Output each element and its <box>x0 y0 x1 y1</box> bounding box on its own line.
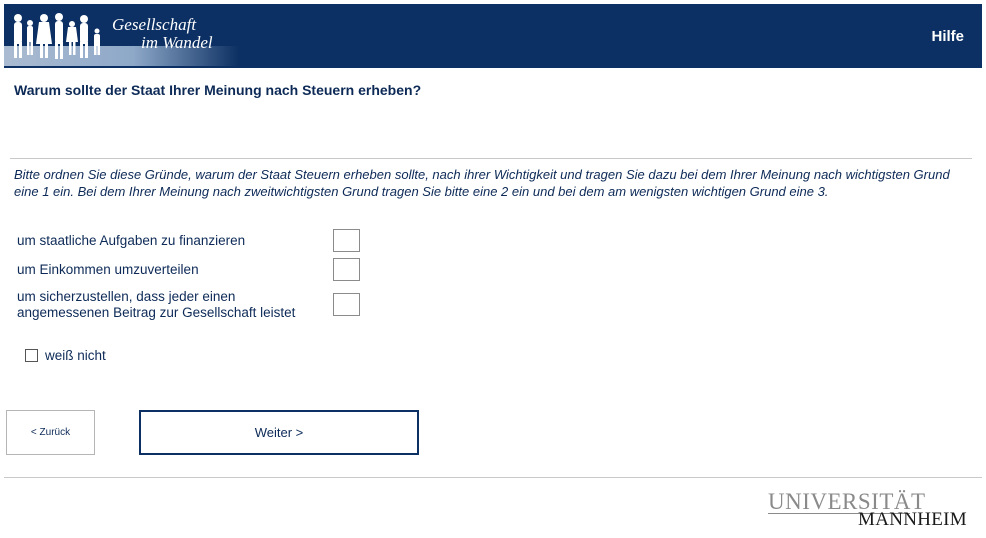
site-logo: Gesellschaft im Wandel <box>4 4 244 68</box>
university-logo-line-2: MANNHEIM <box>858 509 968 530</box>
logo-wordmark: Gesellschaft im Wandel <box>112 16 213 52</box>
item-label-finance: um staatliche Aufgaben zu finanzieren <box>17 233 246 248</box>
header-bar: Gesellschaft im Wandel Hilfe <box>4 4 982 68</box>
item-label-fair-contribution: um sicherzustellen, dass jeder einen ang… <box>17 289 295 321</box>
divider <box>10 158 972 159</box>
logo-line-2: im Wandel <box>141 33 213 52</box>
footer-divider <box>4 477 982 478</box>
next-button-label: Weiter > <box>254 425 304 440</box>
logo-line-1: Gesellschaft <box>112 15 197 34</box>
item-label-line-1: um sicherzustellen, dass jeder einen <box>17 289 236 304</box>
rank-input-redistribute[interactable] <box>333 258 360 281</box>
rank-input-finance[interactable] <box>333 229 360 252</box>
question-title: Warum sollte der Staat Ihrer Meinung nac… <box>14 82 422 98</box>
next-button[interactable]: Weiter > <box>139 410 419 455</box>
item-label-line-2: angemessenen Beitrag zur Gesellschaft le… <box>17 305 296 320</box>
item-label-redistribute: um Einkommen umzuverteilen <box>17 262 199 277</box>
dont-know-label: weiß nicht <box>45 348 106 363</box>
help-link[interactable]: Hilfe <box>931 28 964 45</box>
instruction-text: Bitte ordnen Sie diese Gründe, warum der… <box>14 167 950 199</box>
people-silhouette-icon <box>14 13 100 59</box>
back-button-label: < Zurück <box>30 427 71 438</box>
university-logo: UNIVERSITÄT MANNHEIM <box>768 490 968 532</box>
dont-know-checkbox[interactable] <box>25 349 38 362</box>
rank-input-fair-contribution[interactable] <box>333 293 360 316</box>
back-button[interactable]: < Zurück <box>6 410 95 455</box>
